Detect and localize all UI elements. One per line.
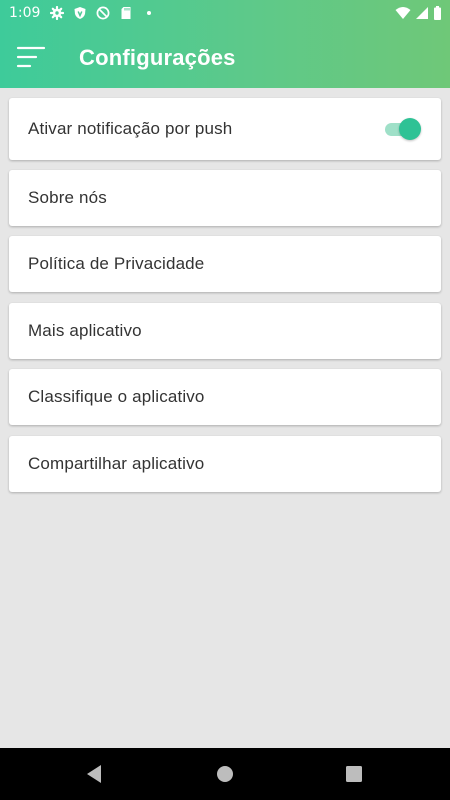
menu-button[interactable] <box>12 40 48 76</box>
status-icons-left <box>50 5 156 21</box>
sd-card-icon <box>119 6 133 20</box>
page-title: Configurações <box>79 45 236 70</box>
setting-label: Compartilhar aplicativo <box>28 453 205 473</box>
home-icon <box>213 762 237 786</box>
toolbar: Configurações <box>0 30 450 86</box>
setting-label: Ativar notificação por push <box>28 119 233 138</box>
setting-label: Política de Privacidade <box>28 254 205 274</box>
back-icon <box>83 762 107 786</box>
app-header: 1:09 Configurações <box>0 0 450 88</box>
system-nav-bar <box>0 748 450 800</box>
status-icons-right <box>395 5 442 21</box>
toggle-thumb <box>399 118 421 140</box>
no-sync-icon <box>96 6 110 20</box>
battery-icon <box>433 6 442 20</box>
status-time: 1:09 <box>9 5 41 21</box>
setting-share-app[interactable]: Compartilhar aplicativo <box>9 435 441 492</box>
status-bar: 1:09 <box>0 0 450 26</box>
setting-push-notifications[interactable]: Ativar notificação por push <box>9 98 441 160</box>
setting-about-us[interactable]: Sobre nós <box>9 170 441 226</box>
home-button[interactable] <box>213 762 237 786</box>
setting-privacy-policy[interactable]: Política de Privacidade <box>9 236 441 293</box>
settings-list: Ativar notificação por push Sobre nós Po… <box>9 98 441 502</box>
dot-icon <box>142 6 156 20</box>
setting-label: Mais aplicativo <box>28 320 142 340</box>
wifi-icon <box>395 6 411 20</box>
recents-button[interactable] <box>342 762 366 786</box>
recents-icon <box>342 762 366 786</box>
push-notifications-toggle[interactable] <box>385 117 421 141</box>
back-button[interactable] <box>83 762 107 786</box>
signal-icon <box>415 6 429 20</box>
gear-icon <box>50 6 64 20</box>
setting-more-apps[interactable]: Mais aplicativo <box>9 302 441 359</box>
menu-icon <box>12 40 48 76</box>
setting-label: Sobre nós <box>28 188 107 207</box>
setting-rate-app[interactable]: Classifique o aplicativo <box>9 369 441 426</box>
setting-label: Classifique o aplicativo <box>28 387 205 407</box>
shield-icon <box>73 6 87 20</box>
